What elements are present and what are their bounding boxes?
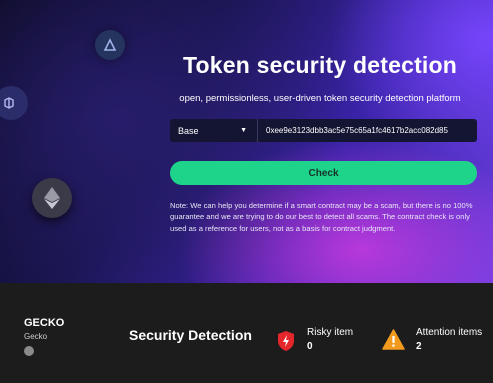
coin-icon xyxy=(95,30,125,60)
token-symbol: GECKO xyxy=(24,317,65,329)
attention-items-count: 2 xyxy=(416,341,422,352)
contract-address-input[interactable] xyxy=(258,126,477,135)
page-title: Token security detection xyxy=(182,52,458,78)
polygon-coin-icon xyxy=(0,86,28,120)
chain-select-value: Base xyxy=(178,125,199,136)
chain-select[interactable]: Base ▼ xyxy=(170,119,258,142)
risky-item-count: 0 xyxy=(307,341,313,352)
warning-icon xyxy=(382,329,405,350)
token-logo-icon xyxy=(24,346,34,356)
risk-shield-icon xyxy=(278,331,294,351)
page-subtitle: open, permissionless, user-driven token … xyxy=(179,93,461,104)
risky-item-label: Risky item xyxy=(307,327,354,338)
check-button[interactable]: Check xyxy=(170,161,477,185)
token-name: Gecko xyxy=(24,332,48,341)
disclaimer-note: Note: We can help you determine if a sma… xyxy=(170,201,473,233)
attention-items-label: Attention items xyxy=(416,327,483,338)
hero-section: Token security detection open, permissio… xyxy=(0,0,493,283)
search-bar: Base ▼ xyxy=(170,119,477,142)
security-detection-title: Security Detection xyxy=(129,327,252,343)
ethereum-coin-icon xyxy=(32,178,72,218)
chevron-down-icon: ▼ xyxy=(240,127,247,134)
